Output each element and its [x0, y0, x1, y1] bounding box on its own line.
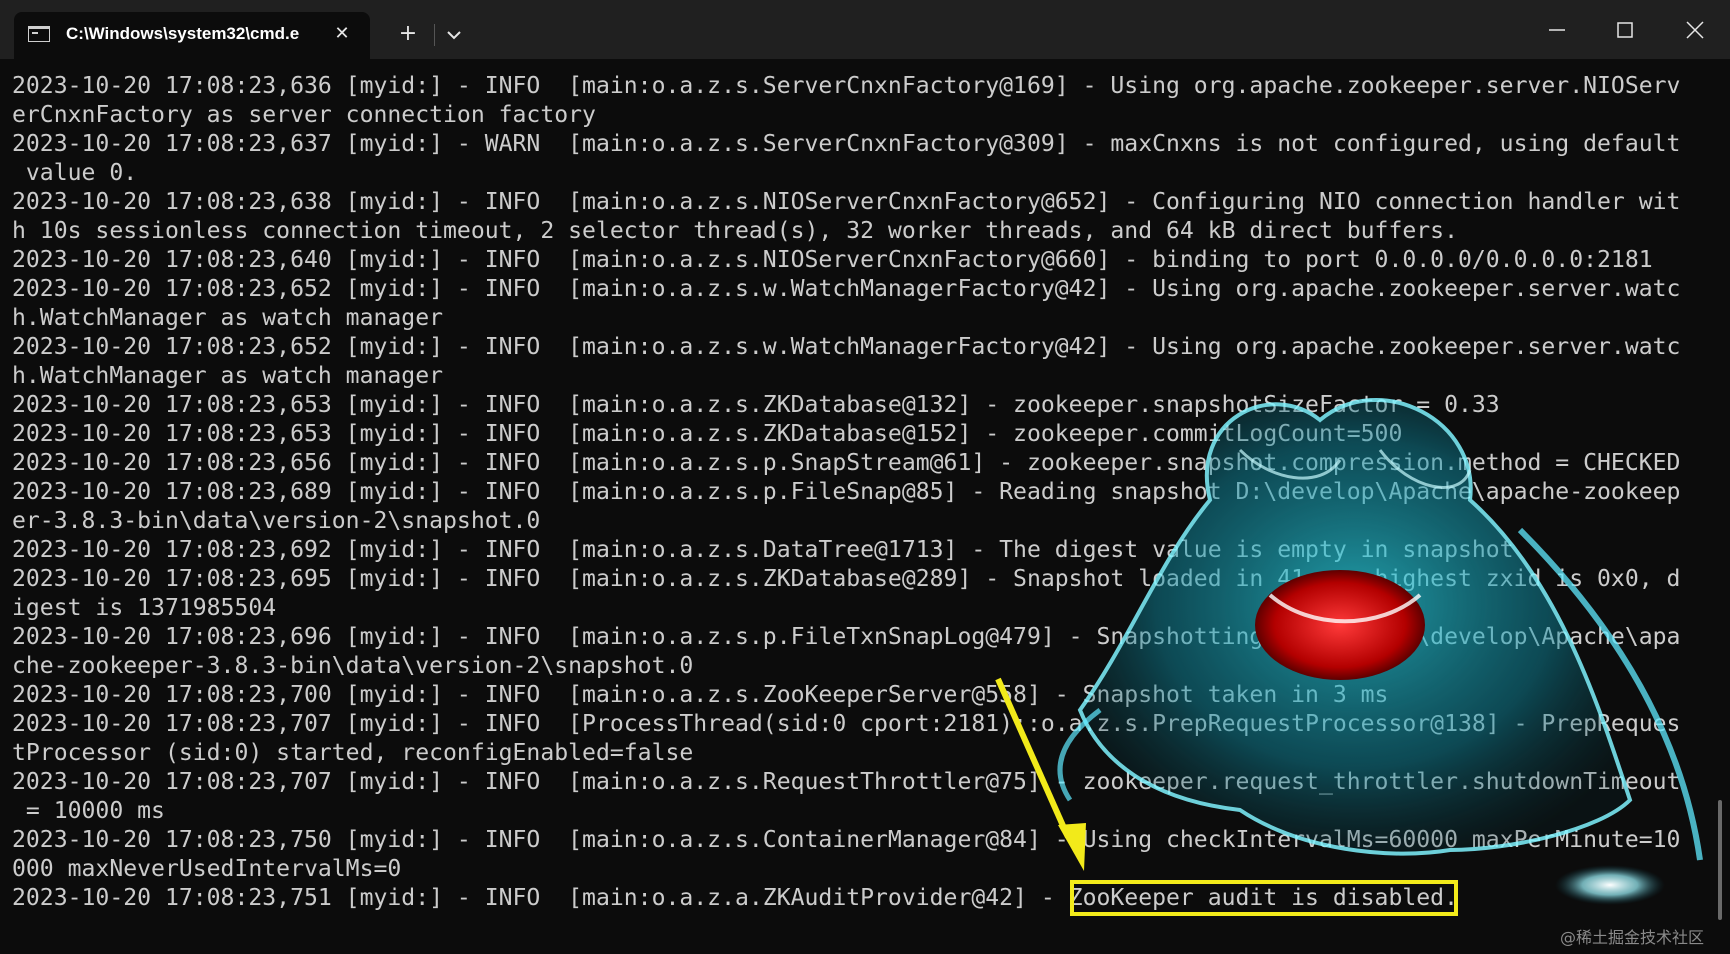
terminal-line: 2023-10-20 17:08:23,636 [myid:] - INFO [… — [12, 73, 1681, 99]
tab-cmd[interactable]: C:\Windows\system32\cmd.e ✕ — [14, 12, 370, 59]
terminal-line: 2023-10-20 17:08:23,750 [myid:] - INFO [… — [12, 827, 1681, 853]
terminal-line: value 0. — [12, 160, 138, 186]
terminal-line: 2023-10-20 17:08:23,692 [myid:] - INFO [… — [12, 537, 1514, 563]
terminal-output[interactable]: 2023-10-20 17:08:23,636 [myid:] - INFO [… — [12, 72, 1702, 932]
terminal-line: h.WatchManager as watch manager — [12, 363, 444, 389]
new-tab-button[interactable]: + — [394, 20, 422, 48]
terminal-line: = 10000 ms — [12, 798, 165, 824]
terminal-line: 2023-10-20 17:08:23,700 [myid:] - INFO [… — [12, 682, 1389, 708]
terminal-line: 2023-10-20 17:08:23,707 [myid:] - INFO [… — [12, 769, 1681, 795]
terminal-line: 2023-10-20 17:08:23,640 [myid:] - INFO [… — [12, 247, 1653, 273]
terminal-line: 2023-10-20 17:08:23,707 [myid:] - INFO [… — [12, 711, 1681, 737]
terminal-icon — [28, 26, 50, 42]
terminal-line: h 10s sessionless connection timeout, 2 … — [12, 218, 1458, 244]
terminal-line: 2023-10-20 17:08:23,696 [myid:] - INFO [… — [12, 624, 1681, 650]
terminal-line: 2023-10-20 17:08:23,652 [myid:] - INFO [… — [12, 334, 1681, 360]
terminal-line: 2023-10-20 17:08:23,653 [myid:] - INFO [… — [12, 392, 1500, 418]
scrollbar[interactable] — [1718, 800, 1722, 920]
terminal-line: 2023-10-20 17:08:23,656 [myid:] - INFO [… — [12, 450, 1681, 476]
terminal-line: 2023-10-20 17:08:23,751 [myid:] - INFO [… — [12, 885, 1458, 911]
terminal-line: 2023-10-20 17:08:23,652 [myid:] - INFO [… — [12, 276, 1681, 302]
chevron-down-icon[interactable] — [440, 22, 468, 48]
terminal-line: igest is 1371985504 — [12, 595, 277, 621]
minimize-button[interactable] — [1532, 10, 1582, 50]
terminal-line: erCnxnFactory as server connection facto… — [12, 102, 596, 128]
terminal-line: 2023-10-20 17:08:23,637 [myid:] - WARN [… — [12, 131, 1681, 157]
terminal-line: 2023-10-20 17:08:23,695 [myid:] - INFO [… — [12, 566, 1681, 592]
terminal-line: 2023-10-20 17:08:23,638 [myid:] - INFO [… — [12, 189, 1681, 215]
terminal-line: che-zookeeper-3.8.3-bin\data\version-2\s… — [12, 653, 694, 679]
window-close-button[interactable] — [1670, 10, 1720, 50]
tab-title: C:\Windows\system32\cmd.e — [66, 24, 300, 43]
terminal-line: h.WatchManager as watch manager — [12, 305, 444, 331]
terminal-line: 2023-10-20 17:08:23,653 [myid:] - INFO [… — [12, 421, 1403, 447]
terminal-line: er-3.8.3-bin\data\version-2\snapshot.0 — [12, 508, 541, 534]
title-bar: C:\Windows\system32\cmd.e ✕ + — [0, 0, 1730, 59]
maximize-button[interactable] — [1600, 10, 1650, 50]
terminal-line: 2023-10-20 17:08:23,689 [myid:] - INFO [… — [12, 479, 1681, 505]
terminal-line: tProcessor (sid:0) started, reconfigEnab… — [12, 740, 694, 766]
terminal-line: 000 maxNeverUsedIntervalMs=0 — [12, 856, 402, 882]
watermark: @稀土掘金技术社区 — [1560, 928, 1705, 947]
tab-divider — [434, 24, 435, 46]
tab-close-button[interactable]: ✕ — [330, 22, 354, 46]
